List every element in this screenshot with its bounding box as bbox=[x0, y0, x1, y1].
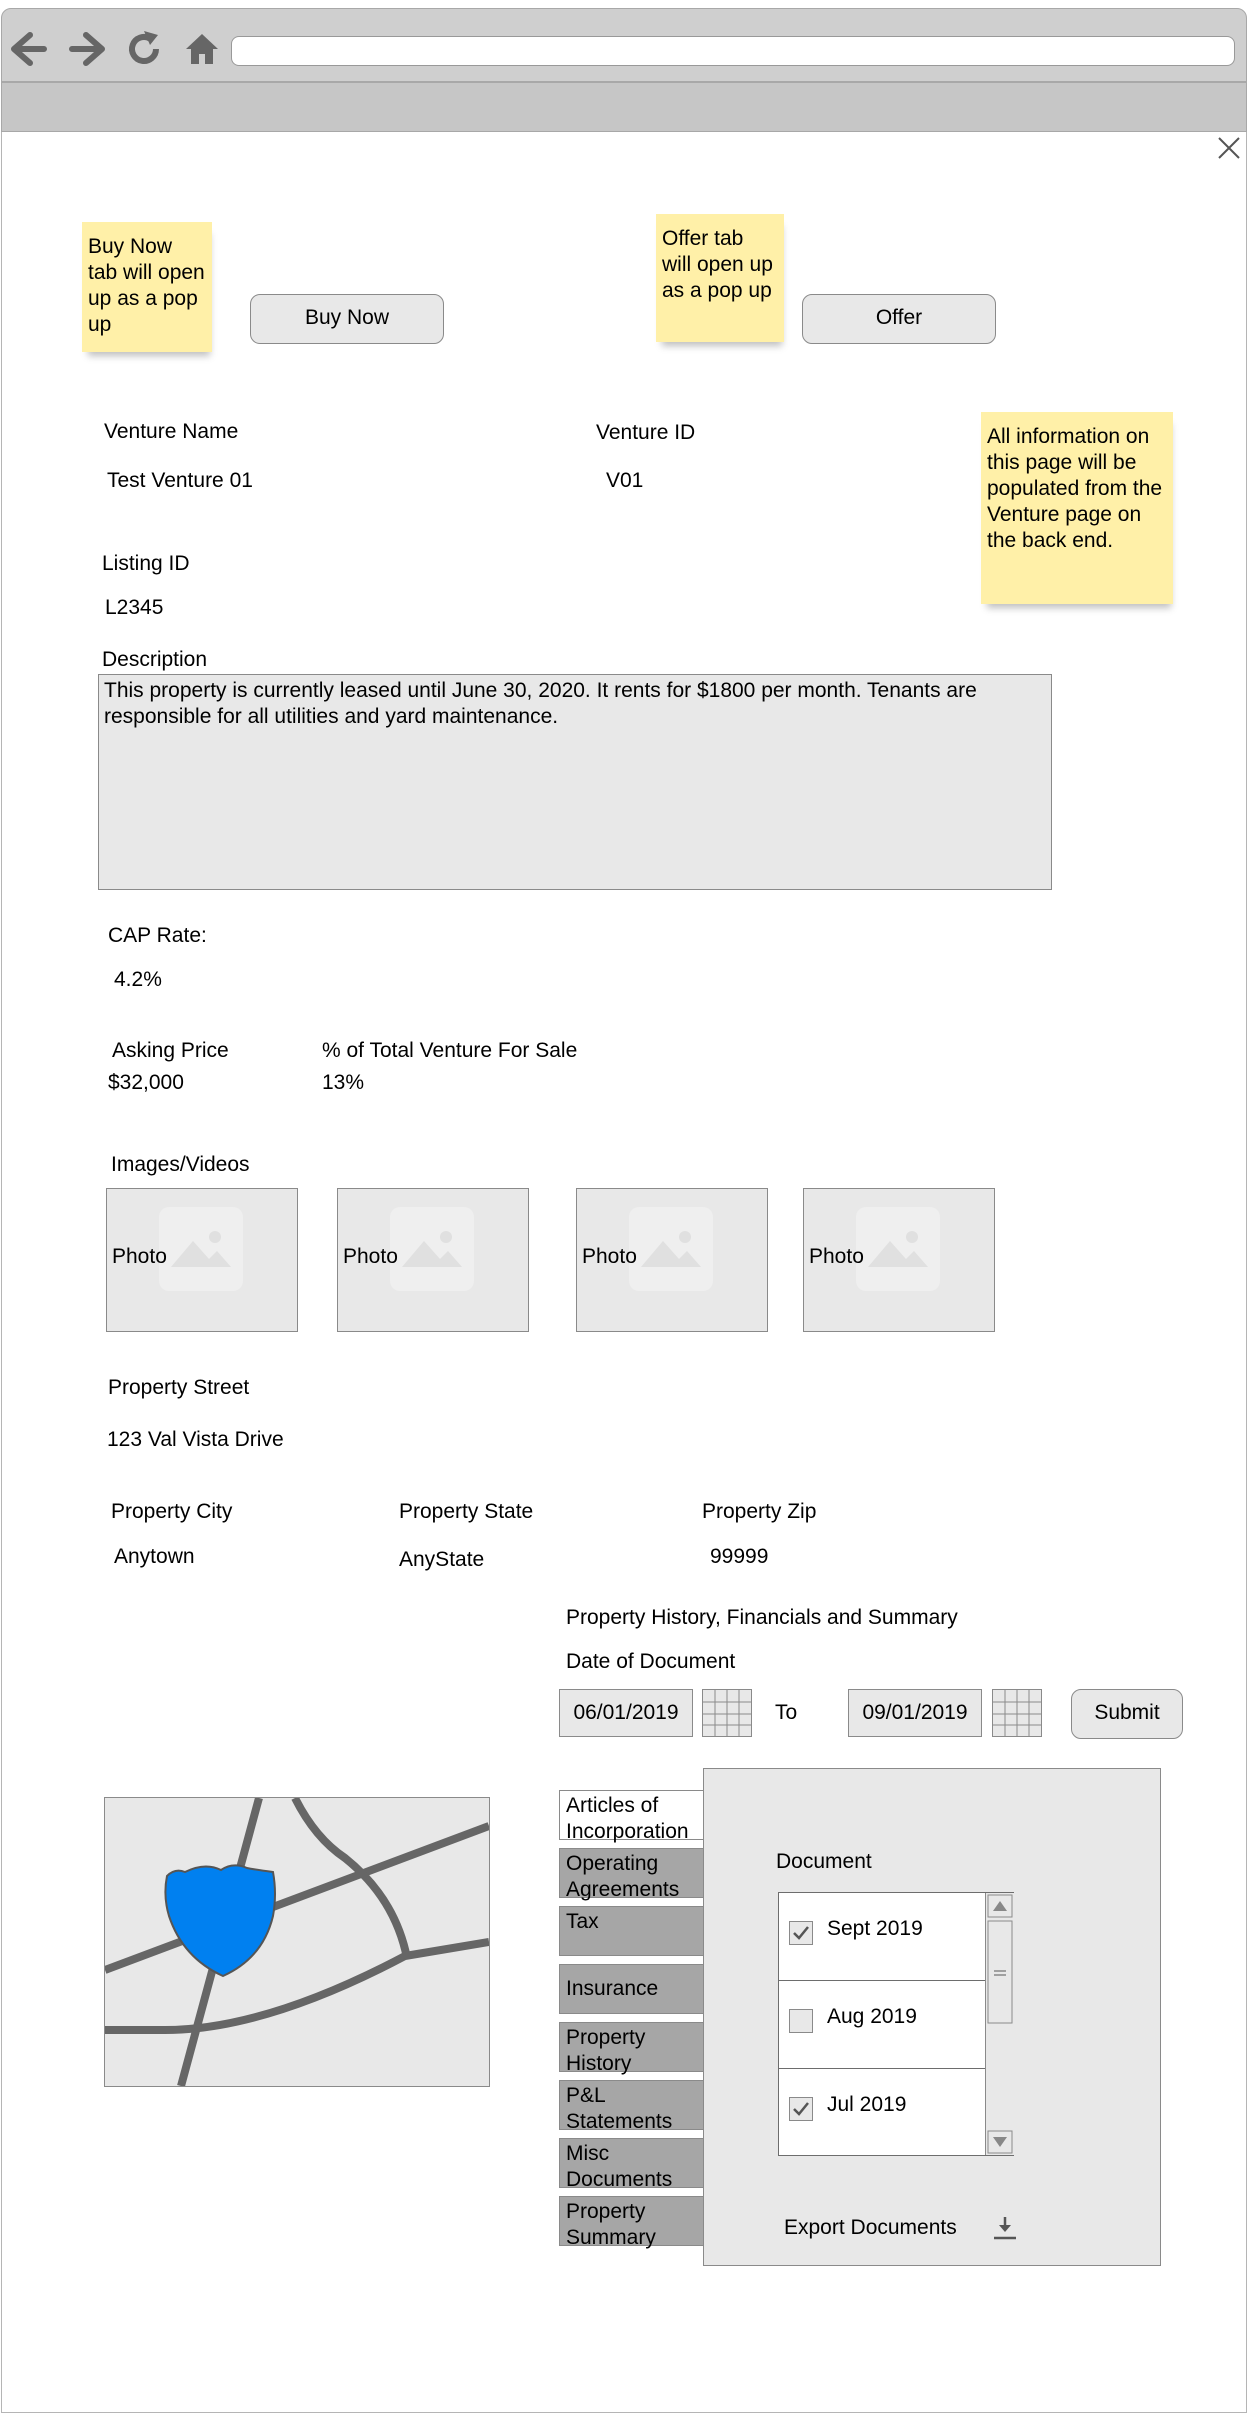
list-item[interactable]: Aug 2019 bbox=[779, 1981, 985, 2069]
document-header: Document bbox=[776, 1850, 872, 1873]
document-list: Sept 2019 Aug 2019 Jul 2019 bbox=[778, 1892, 1014, 2156]
to-label: To bbox=[775, 1701, 798, 1724]
property-zip-value: 99999 bbox=[710, 1545, 769, 1568]
tab-label: Property History bbox=[566, 2026, 646, 2075]
cap-rate-value: 4.2% bbox=[114, 968, 162, 991]
photo-caption: Photo bbox=[112, 1245, 167, 1268]
venture-id-label: Venture ID bbox=[596, 421, 696, 444]
info-note: All information on this page will be pop… bbox=[981, 412, 1173, 604]
highway-shield-icon bbox=[164, 1864, 276, 1978]
listing-id-value: L2345 bbox=[105, 596, 164, 619]
checkmark-icon bbox=[793, 1926, 809, 1940]
close-icon[interactable] bbox=[1217, 136, 1241, 166]
browser-toolbar bbox=[1, 8, 1247, 82]
photo-caption: Photo bbox=[809, 1245, 864, 1268]
pct-for-sale-value: 13% bbox=[322, 1071, 365, 1094]
image-placeholder-icon bbox=[856, 1207, 940, 1291]
document-checkbox[interactable] bbox=[789, 1921, 813, 1945]
export-documents-link[interactable]: Export Documents bbox=[784, 2216, 957, 2240]
buy-now-note: Buy Now tab will open up as a pop up bbox=[82, 222, 212, 352]
document-label: Aug 2019 bbox=[827, 2005, 917, 2028]
list-item[interactable]: Jul 2019 bbox=[779, 2069, 985, 2157]
pct-for-sale-label: % of Total Venture For Sale bbox=[322, 1039, 578, 1062]
photo-thumbnail[interactable]: Photo bbox=[106, 1188, 298, 1332]
forward-arrow-icon[interactable] bbox=[68, 31, 108, 73]
property-city-value: Anytown bbox=[114, 1545, 195, 1568]
venture-name-label: Venture Name bbox=[104, 420, 239, 443]
property-city-label: Property City bbox=[111, 1500, 233, 1523]
property-street-value: 123 Val Vista Drive bbox=[107, 1428, 284, 1451]
asking-price-label: Asking Price bbox=[112, 1039, 229, 1062]
tab-strip bbox=[1, 82, 1247, 132]
address-bar[interactable] bbox=[231, 36, 1235, 66]
map-roads bbox=[105, 1798, 489, 2086]
tab-label: Insurance bbox=[566, 1977, 659, 2000]
buy-now-button[interactable]: Buy Now bbox=[250, 294, 444, 344]
tab-operating-agreements[interactable]: Operating Agreements bbox=[559, 1848, 705, 1901]
property-zip-label: Property Zip bbox=[702, 1500, 817, 1523]
document-label: Sept 2019 bbox=[827, 1917, 923, 1940]
tab-tax[interactable]: Tax bbox=[559, 1906, 705, 1956]
image-placeholder-icon bbox=[390, 1207, 474, 1291]
document-label: Jul 2019 bbox=[827, 2093, 907, 2116]
document-checkbox[interactable] bbox=[789, 2009, 813, 2033]
calendar-icon[interactable] bbox=[992, 1689, 1042, 1737]
tab-label: Misc Documents bbox=[566, 2142, 673, 2191]
tab-label: Articles of Incorporation bbox=[566, 1794, 689, 1843]
photo-thumbnail[interactable]: Photo bbox=[803, 1188, 995, 1332]
image-placeholder-icon bbox=[159, 1207, 243, 1291]
history-title: Property History, Financials and Summary bbox=[566, 1606, 958, 1629]
tab-label: Operating Agreements bbox=[566, 1852, 680, 1901]
tab-misc-documents[interactable]: Misc Documents bbox=[559, 2138, 705, 2191]
from-date-input[interactable]: 06/01/2019 bbox=[559, 1689, 693, 1737]
tab-label: Property Summary bbox=[566, 2200, 656, 2249]
tab-label: Tax bbox=[566, 1910, 599, 1933]
reload-icon[interactable] bbox=[124, 29, 164, 75]
submit-button[interactable]: Submit bbox=[1071, 1689, 1183, 1739]
venture-id-value: V01 bbox=[606, 469, 644, 492]
venture-name-value: Test Venture 01 bbox=[107, 469, 253, 492]
document-checkbox[interactable] bbox=[789, 2097, 813, 2121]
listing-id-label: Listing ID bbox=[102, 552, 190, 575]
description-label: Description bbox=[102, 648, 208, 671]
list-item[interactable]: Sept 2019 bbox=[779, 1893, 985, 1981]
download-icon[interactable] bbox=[992, 2214, 1018, 2248]
image-placeholder-icon bbox=[629, 1207, 713, 1291]
property-state-value: AnyState bbox=[399, 1548, 485, 1571]
back-arrow-icon[interactable] bbox=[8, 31, 48, 73]
home-icon[interactable] bbox=[184, 31, 220, 73]
scrollbar[interactable] bbox=[985, 1893, 1014, 2155]
images-videos-label: Images/Videos bbox=[111, 1153, 250, 1176]
scroll-thumb bbox=[987, 1920, 1013, 2024]
property-street-label: Property Street bbox=[108, 1376, 250, 1399]
tab-insurance[interactable]: Insurance bbox=[559, 1964, 705, 2014]
asking-price-value: $32,000 bbox=[108, 1071, 184, 1094]
tab-pl-statements[interactable]: P&L Statements bbox=[559, 2080, 705, 2133]
tab-property-history[interactable]: Property History bbox=[559, 2022, 705, 2075]
photo-thumbnail[interactable]: Photo bbox=[576, 1188, 768, 1332]
tab-property-summary[interactable]: Property Summary bbox=[559, 2196, 705, 2249]
tab-label: P&L Statements bbox=[566, 2084, 673, 2133]
tab-articles-of-incorporation[interactable]: Articles of Incorporation bbox=[559, 1790, 705, 1843]
to-date-input[interactable]: 09/01/2019 bbox=[848, 1689, 982, 1737]
offer-button[interactable]: Offer bbox=[802, 294, 996, 344]
offer-note: Offer tab will open up as a pop up bbox=[656, 214, 784, 342]
description-textarea[interactable]: This property is currently leased until … bbox=[98, 674, 1052, 890]
calendar-icon[interactable] bbox=[702, 1689, 752, 1737]
property-state-label: Property State bbox=[399, 1500, 534, 1523]
photo-caption: Photo bbox=[582, 1245, 637, 1268]
photo-caption: Photo bbox=[343, 1245, 398, 1268]
description-text: This property is currently leased until … bbox=[104, 679, 977, 728]
checkmark-icon bbox=[793, 2102, 809, 2116]
date-of-document-label: Date of Document bbox=[566, 1650, 736, 1673]
cap-rate-label: CAP Rate: bbox=[108, 924, 207, 947]
photo-thumbnail[interactable]: Photo bbox=[337, 1188, 529, 1332]
map[interactable] bbox=[104, 1797, 490, 2087]
